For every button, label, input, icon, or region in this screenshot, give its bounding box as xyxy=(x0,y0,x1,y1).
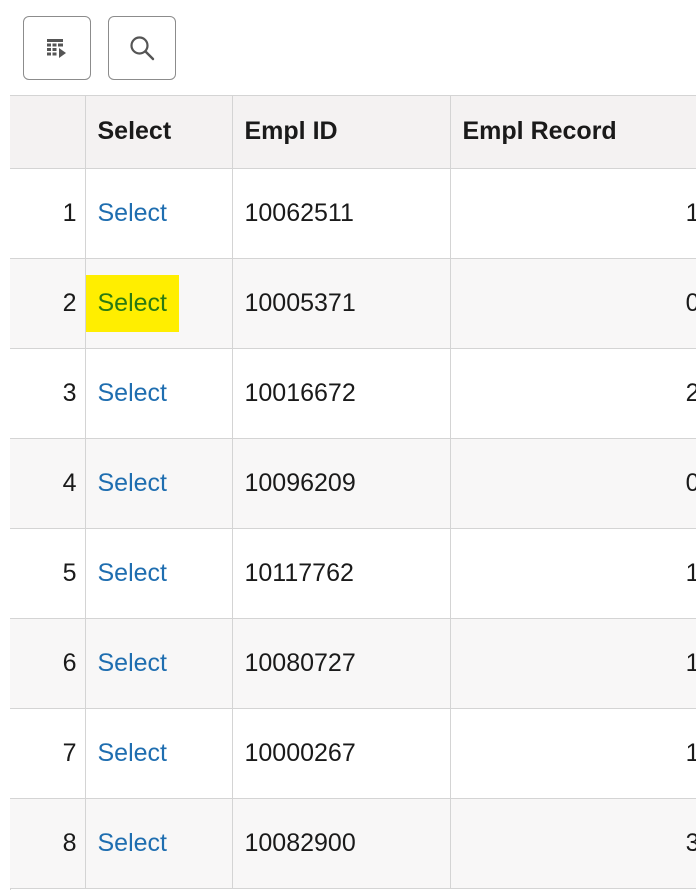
select-cell: Select xyxy=(85,348,233,439)
row-number: 2 xyxy=(10,258,86,349)
empl-record-cell: 0 xyxy=(450,438,696,529)
select-link[interactable]: Select xyxy=(98,649,167,678)
row-number: 3 xyxy=(10,348,86,439)
empl-id-cell: 10000267 xyxy=(232,708,451,799)
row-number-header xyxy=(10,96,86,169)
empl-id-cell: 10005371 xyxy=(232,258,451,349)
select-link[interactable]: Select xyxy=(98,379,167,408)
empl-record-cell: 0 xyxy=(450,258,696,349)
empl-id-column-header[interactable]: Empl ID xyxy=(232,96,451,169)
search-icon xyxy=(130,36,155,61)
empl-id-cell: 10117762 xyxy=(232,528,451,619)
select-column-header[interactable]: Select xyxy=(85,96,233,169)
empl-id-cell: 10016672 xyxy=(232,348,451,439)
select-link[interactable]: Select xyxy=(98,559,167,588)
select-link-highlighted[interactable]: Select xyxy=(85,274,179,332)
table-row: 3 Select 10016672 2 xyxy=(10,348,696,439)
empl-record-cell: 1 xyxy=(450,168,696,259)
grid-view-button[interactable] xyxy=(23,16,91,80)
select-link[interactable]: Select xyxy=(98,829,167,858)
row-number: 7 xyxy=(10,708,86,799)
row-number: 8 xyxy=(10,798,86,889)
empl-record-cell: 1 xyxy=(450,618,696,709)
table-row: 6 Select 10080727 1 xyxy=(10,618,696,709)
row-number: 6 xyxy=(10,618,86,709)
table-row: 2 Select 10005371 0 xyxy=(10,258,696,349)
select-link[interactable]: Select xyxy=(98,469,167,498)
row-number: 5 xyxy=(10,528,86,619)
select-cell: Select xyxy=(85,798,233,889)
table-row: 7 Select 10000267 1 xyxy=(10,708,696,799)
select-link[interactable]: Select xyxy=(98,739,167,768)
empl-record-cell: 1 xyxy=(450,528,696,619)
employee-grid: Select Empl ID Empl Record 1 Select 1006… xyxy=(10,96,696,889)
select-cell: Select xyxy=(85,708,233,799)
search-button[interactable] xyxy=(108,16,176,80)
table-row: 8 Select 10082900 3 xyxy=(10,798,696,889)
row-number: 4 xyxy=(10,438,86,529)
select-link[interactable]: Select xyxy=(98,199,167,228)
empl-id-cell: 10082900 xyxy=(232,798,451,889)
select-cell: Select xyxy=(85,258,233,349)
select-cell: Select xyxy=(85,438,233,529)
select-cell: Select xyxy=(85,528,233,619)
grid-toolbar xyxy=(10,0,696,96)
empl-id-cell: 10062511 xyxy=(232,168,451,259)
grid-view-icon xyxy=(47,39,66,58)
header-row: Select Empl ID Empl Record xyxy=(10,96,696,169)
empl-id-cell: 10080727 xyxy=(232,618,451,709)
select-cell: Select xyxy=(85,618,233,709)
table-row: 1 Select 10062511 1 xyxy=(10,168,696,259)
table-row: 4 Select 10096209 0 xyxy=(10,438,696,529)
table-row: 5 Select 10117762 1 xyxy=(10,528,696,619)
empl-record-cell: 3 xyxy=(450,798,696,889)
row-number: 1 xyxy=(10,168,86,259)
empl-record-column-header[interactable]: Empl Record xyxy=(450,96,696,169)
empl-record-cell: 2 xyxy=(450,348,696,439)
empl-record-cell: 1 xyxy=(450,708,696,799)
select-cell: Select xyxy=(85,168,233,259)
empl-id-cell: 10096209 xyxy=(232,438,451,529)
